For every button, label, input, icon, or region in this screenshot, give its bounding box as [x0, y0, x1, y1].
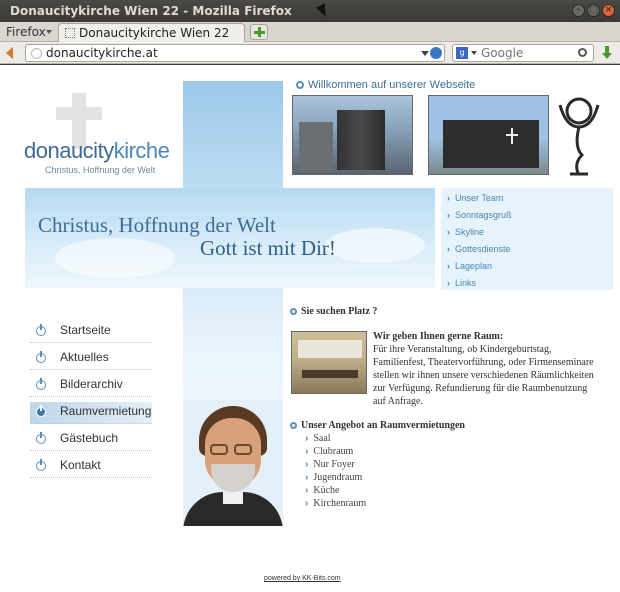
bullet-ring-icon: [290, 422, 297, 429]
priest-portrait: [183, 400, 283, 526]
nav-bullet-icon: [36, 432, 46, 444]
list-item: Küche: [305, 485, 339, 496]
nav-label: Startseite: [60, 323, 111, 337]
window-title: Donaucitykirche Wien 22 - Mozilla Firefo…: [10, 4, 292, 18]
nav-item-gaestebuch[interactable]: Gästebuch: [30, 429, 152, 451]
close-icon[interactable]: ×: [602, 4, 615, 17]
nav-item-bilderarchiv[interactable]: Bilderarchiv: [30, 375, 152, 397]
slogan-line-2: Gott ist mit Dir!: [200, 236, 336, 260]
search-bar[interactable]: g: [452, 44, 594, 62]
content-heading-text: Sie suchen Platz ?: [301, 306, 378, 317]
logo-text-part2: kirche: [113, 138, 170, 163]
tab-bar: Firefox Donaucitykirche Wien 22: [0, 22, 620, 42]
nav-label: Gästebuch: [60, 431, 119, 445]
subnav-item-sonntagsgruss[interactable]: Sonntagsgruß: [447, 210, 512, 220]
search-input[interactable]: [481, 46, 573, 60]
search-engine-dropdown-icon[interactable]: [471, 51, 477, 55]
room-body: Für ihre Veranstaltung, ob Kindergeburts…: [373, 344, 594, 407]
nav-item-kontakt[interactable]: Kontakt: [30, 456, 152, 478]
download-arrow-icon[interactable]: [602, 46, 612, 60]
room-photo: [291, 331, 367, 394]
nav-bullet-icon: [36, 351, 46, 363]
nav-item-raumvermietung[interactable]: Raumvermietung: [30, 402, 152, 424]
slogan-line-1: Christus, Hoffnung der Welt: [38, 213, 276, 237]
web-page: donaucitykirche Christus, Hoffnung der W…: [0, 65, 620, 592]
nav-label: Kontakt: [60, 458, 101, 472]
list-item: Nur Foyer: [305, 459, 354, 470]
url-history-dropdown-icon[interactable]: [421, 51, 429, 56]
offer-heading-text: Unser Angebot an Raumvermietungen: [301, 420, 465, 431]
list-item: Clubraum: [305, 446, 353, 457]
site-identity-icon[interactable]: [31, 48, 42, 59]
browser-tab[interactable]: Donaucitykirche Wien 22: [58, 23, 245, 42]
new-tab-button[interactable]: [250, 24, 268, 40]
logo-cross-bar: [56, 107, 102, 120]
nav-label: Raumvermietung: [60, 404, 152, 418]
nav-bullet-icon: [36, 459, 46, 471]
logo-text-part1: donaucity: [24, 138, 114, 163]
reload-icon[interactable]: [430, 47, 442, 59]
list-item: Saal: [305, 433, 330, 444]
room-description: Wir geben Ihnen gerne Raum: Für ihre Ver…: [373, 330, 598, 408]
offer-heading: Unser Angebot an Raumvermietungen: [290, 420, 465, 431]
window-titlebar: Donaucitykirche Wien 22 - Mozilla Firefo…: [0, 0, 620, 22]
list-item: Jugendraum: [305, 472, 362, 483]
navigation-toolbar: g: [0, 42, 620, 64]
church-photo-2: [428, 95, 549, 175]
list-item: Kirchenraum: [305, 498, 366, 509]
url-bar[interactable]: [25, 44, 445, 62]
subnav-item-gottesdienste[interactable]: Gottesdienste: [447, 244, 511, 254]
firefox-menu-button[interactable]: Firefox: [6, 25, 46, 39]
nav-item-startseite[interactable]: Startseite: [30, 321, 152, 343]
nav-label: Aktuelles: [60, 350, 109, 364]
minimize-icon[interactable]: –: [572, 4, 585, 17]
search-icon[interactable]: [578, 48, 587, 57]
site-logo[interactable]: donaucitykirche: [24, 138, 170, 164]
subnav-item-lageplan[interactable]: Lageplan: [447, 261, 492, 271]
subnav-item-links[interactable]: Links: [447, 278, 476, 288]
welcome-heading: Willkommen auf unserer Webseite: [296, 79, 475, 91]
subnav-item-unser-team[interactable]: Unser Team: [447, 193, 503, 203]
logo-subtitle: Christus, Hoffnung der Welt: [45, 165, 156, 175]
nav-bullet-icon: [36, 405, 46, 417]
nav-label: Bilderarchiv: [60, 377, 123, 391]
sub-navigation: Unser Team Sonntagsgruß Skyline Gottesdi…: [441, 188, 613, 290]
subnav-item-skyline[interactable]: Skyline: [447, 227, 484, 237]
chevron-down-icon: [46, 30, 52, 34]
tab-label: Donaucitykirche Wien 22: [79, 26, 230, 40]
bullet-ring-icon: [290, 308, 297, 315]
church-photo-1: [292, 95, 413, 175]
page-favicon-icon: [65, 28, 75, 38]
url-input[interactable]: [46, 46, 426, 60]
back-arrow-icon[interactable]: [6, 47, 13, 59]
content-heading: Sie suchen Platz ?: [290, 306, 377, 317]
maximize-icon[interactable]: □: [587, 4, 600, 17]
nav-bullet-icon: [36, 378, 46, 390]
bullet-ring-icon: [296, 81, 304, 89]
google-search-engine-icon[interactable]: g: [456, 47, 468, 59]
footer-link[interactable]: powered by KK-Bits.com: [264, 575, 341, 582]
christ-figure-icon: [558, 97, 600, 176]
nav-bullet-icon: [36, 324, 46, 336]
welcome-text: Willkommen auf unserer Webseite: [308, 79, 476, 91]
nav-item-aktuelles[interactable]: Aktuelles: [30, 348, 152, 370]
room-lead: Wir geben Ihnen gerne Raum:: [373, 331, 504, 342]
